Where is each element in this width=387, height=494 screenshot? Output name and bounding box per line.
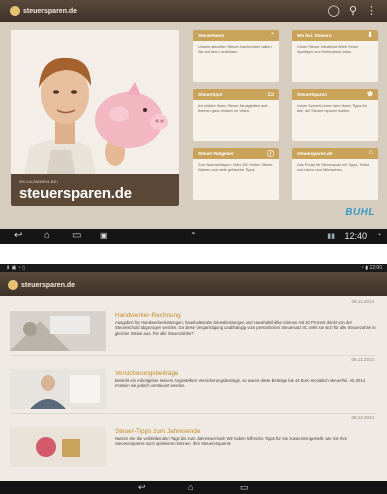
craftsman-image (10, 311, 106, 351)
tile-steuer-ratgeber[interactable]: Steuer-Ratgeber ⓘ Zum Nachschlagen: Über … (193, 148, 279, 200)
hero-banner[interactable]: WILLKOMMEN BEI steuersparen.de (11, 30, 179, 206)
article-date: 09.12.2013 (351, 415, 374, 420)
home-button-icon[interactable]: ⌂ (188, 482, 193, 492)
clock: 12:40 (344, 231, 367, 241)
tile-text: Unsere aktuellen Steuer-Nachrichten halt… (198, 45, 272, 54)
phone-nav-bar: ↩ ⌂ ▭ (0, 481, 387, 494)
phone-action-bar: steuersparen.de (0, 272, 387, 296)
tablet-nav-bar: ↩ ⌂ ▭ ▣ ⌃ ▮▮ 12:40 ◔ (0, 229, 387, 244)
hero-caption: WILLKOMMEN BEI steuersparen.de (11, 174, 179, 206)
tile-steuersparen[interactable]: SteuerSparen ❀ Unser Schnell-Lesen dem Ih… (292, 89, 378, 141)
gift-image (10, 427, 106, 467)
article-title: Steuer-Tipps zum Jahresende (115, 428, 201, 435)
article-date: 09.12.2013 (351, 357, 374, 362)
tile-title: SteuerNews (198, 33, 225, 38)
home-icon: ⌂ (368, 149, 373, 156)
tile-title: Steuer-Ratgeber (198, 151, 234, 156)
hero-welcome-text: WILLKOMMEN BEI (19, 179, 59, 184)
tile-title: steuersparen.de (297, 151, 333, 156)
news-list: 09.12.2013 Handwerker-Rechnung Ausgaben … (10, 299, 376, 473)
app-logo-icon (8, 280, 18, 290)
signal-icon: ▮▮ (327, 233, 335, 240)
divider (10, 413, 376, 414)
tile-title: Wo bei. Steuern (297, 33, 332, 38)
article-title: Versicherungsbeiträge (115, 370, 179, 377)
tile-title: SteuerSparen (297, 92, 327, 97)
screenshot-icon[interactable]: ▣ (100, 231, 108, 240)
tablet-screenshot: steuersparen.de ◯ ⚲ ⋮ WILLKOMMEN BEI ste… (0, 0, 387, 244)
recent-apps-icon[interactable]: ▭ (240, 482, 249, 493)
article-text: Besteht ein Arbeitgeber seinem Angestell… (115, 378, 366, 389)
download-icon: ⬇ (367, 32, 373, 39)
article-text: Nutzen Sie die verbleibenden Tage bis zu… (115, 436, 348, 447)
search-icon[interactable]: ⚲ (349, 5, 357, 17)
tile-text: Ich erkläre Ihnen Steuer-Neuigkeiten und… (198, 104, 270, 113)
wifi-icon: ◔ (269, 31, 274, 38)
back-icon[interactable]: ↩ (138, 482, 146, 493)
status-time: 12:00 (369, 265, 382, 271)
notification-icons: ⬇ ▣ ◔ ▯ (6, 265, 25, 271)
piggy-icon: ❀ (367, 91, 373, 98)
recent-apps-icon[interactable]: ▭ (72, 230, 81, 241)
home-button-icon[interactable]: ⌂ (44, 230, 50, 241)
article-thumbnail (10, 369, 106, 409)
tablet-action-bar: steuersparen.de ◯ ⚲ ⋮ (0, 0, 387, 22)
tile-text: Unser Steuer-Infodienst liefert Ihnen Sp… (297, 45, 358, 54)
tile-steuern-info[interactable]: Wo bei. Steuern ⬇ Unser Steuer-Infodienst… (292, 30, 378, 82)
app-brand[interactable]: steuersparen.de (10, 6, 77, 16)
app-name: steuersparen.de (21, 281, 76, 289)
divider (10, 355, 376, 356)
tile-steuersparen-portal[interactable]: steuersparen.de ⌂ Das Portal für Steuersp… (292, 148, 378, 200)
article-thumbnail (10, 311, 106, 351)
wifi-status-icon: ◔ (376, 232, 381, 239)
overflow-menu-icon[interactable]: ⋮ (366, 5, 377, 17)
hero-title: steuersparen.de (19, 185, 132, 202)
back-icon[interactable]: ↩ (14, 230, 22, 241)
article-title: Handwerker-Rechnung (115, 312, 181, 319)
tile-text: Das Portal für Steuerspart mit Tipps, Tr… (297, 163, 370, 172)
phone-screenshot: ⬇ ▣ ◔ ▯ ◔ ▮ 12:00 steuersparen.de 09.12.… (0, 264, 387, 494)
tv-icon: ▭ (267, 91, 274, 98)
tile-text: Zum Nachschlagen: Über 400 Seiten Steuer… (198, 163, 274, 172)
app-brand[interactable]: steuersparen.de (8, 280, 387, 290)
chevron-up-icon[interactable]: ⌃ (190, 231, 197, 240)
app-logo-icon (10, 6, 20, 16)
phone-status-bar: ⬇ ▣ ◔ ▯ ◔ ▮ 12:00 (0, 264, 387, 272)
article-date: 09.12.2013 (351, 299, 374, 304)
tile-steuerspot[interactable]: SteuerSpot ▭ Ich erkläre Ihnen Steuer-Neu… (193, 89, 279, 141)
buhl-logo: BUHL (345, 207, 375, 218)
refresh-icon[interactable]: ◯ (328, 5, 340, 17)
tile-steuernews[interactable]: SteuerNews ◔ Unsere aktuellen Steuer-Nach… (193, 30, 279, 82)
article-text: Ausgaben für Handwerkerleistungen, haush… (115, 320, 376, 336)
tile-text: Unser Schnell-Lesen dem Ihnen Tipps für … (297, 104, 367, 113)
app-name: steuersparen.de (23, 7, 78, 15)
info-icon: ⓘ (267, 151, 274, 158)
list-item[interactable]: 09.12.2013 Handwerker-Rechnung Ausgaben … (10, 299, 376, 357)
tile-title: SteuerSpot (198, 92, 223, 97)
businessman-image (10, 369, 106, 409)
article-thumbnail (10, 427, 106, 467)
list-item[interactable]: 09.12.2013 Versicherungsbeiträge Besteht… (10, 357, 376, 415)
list-item[interactable]: 09.12.2013 Steuer-Tipps zum Jahresende N… (10, 415, 376, 473)
